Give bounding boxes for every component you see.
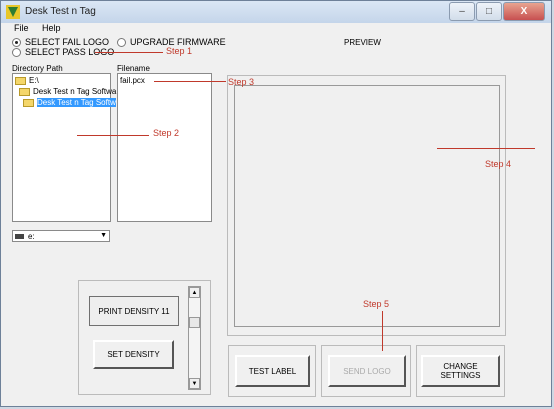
tree-item-label: Desk Test n Tag Softw — [37, 98, 116, 107]
drive-select[interactable]: e: ▼ — [12, 230, 110, 242]
annotation-step1: Step 1 — [166, 46, 193, 56]
radio-dot — [12, 37, 21, 47]
set-density-button[interactable]: SET DENSITY — [93, 340, 174, 369]
folder-open-icon — [23, 98, 34, 107]
menu-file[interactable]: File — [14, 23, 29, 33]
chevron-down-icon[interactable]: ▼ — [100, 232, 107, 239]
app-window: Desk Test n Tag – □ X File Help SELECT F… — [0, 0, 552, 407]
print-density-display: PRINT DENSITY 11 — [89, 296, 179, 326]
file-list[interactable]: fail.pcx — [117, 73, 212, 222]
scroll-thumb[interactable] — [189, 317, 200, 328]
tree-item-folder[interactable]: Desk Test n Tag Softwa — [19, 87, 116, 96]
preview-canvas — [234, 85, 500, 327]
directory-path-label: Directory Path — [12, 64, 63, 73]
folder-icon — [19, 87, 30, 96]
density-scrollbar[interactable]: ▲ ▼ — [188, 286, 201, 390]
annotation-line-step5 — [382, 311, 383, 351]
test-label-button[interactable]: TEST LABEL — [235, 355, 310, 387]
annotation-line-step1 — [95, 52, 163, 53]
app-icon — [6, 5, 20, 19]
annotation-step2: Step 2 — [153, 128, 180, 138]
maximize-button[interactable]: □ — [476, 2, 502, 21]
directory-tree[interactable]: E:\ Desk Test n Tag Softwa Desk Test n T… — [12, 73, 116, 222]
tree-item-root[interactable]: E:\ — [15, 76, 39, 85]
send-logo-button[interactable]: SEND LOGO — [328, 355, 406, 387]
window-title: Desk Test n Tag — [25, 6, 96, 17]
tree-item-label: Desk Test n Tag Softwa — [33, 87, 117, 96]
scroll-down-icon[interactable]: ▼ — [189, 378, 200, 389]
close-button[interactable]: X — [503, 2, 545, 21]
radio-dot — [12, 47, 21, 57]
annotation-step5: Step 5 — [363, 299, 390, 309]
menu-bar: File Help — [1, 23, 551, 35]
tree-item-selected[interactable]: Desk Test n Tag Softw — [23, 98, 116, 107]
menu-help[interactable]: Help — [42, 23, 61, 33]
radio-select-fail-logo[interactable]: SELECT FAIL LOGO — [12, 37, 109, 47]
radio-dot — [117, 37, 126, 47]
preview-label: PREVIEW — [344, 38, 381, 47]
drive-icon — [15, 234, 24, 239]
annotation-line-step4 — [437, 148, 535, 149]
annotation-step3: Step 3 — [228, 77, 255, 87]
radio-label: SELECT FAIL LOGO — [25, 37, 110, 47]
scroll-up-icon[interactable]: ▲ — [189, 287, 200, 298]
folder-icon — [15, 76, 26, 85]
file-item[interactable]: fail.pcx — [120, 76, 145, 85]
drive-value: e: — [28, 232, 35, 241]
annotation-line-step3 — [154, 81, 226, 82]
change-settings-button[interactable]: CHANGE SETTINGS — [421, 355, 500, 387]
annotation-step4: Step 4 — [485, 159, 512, 169]
minimize-button[interactable]: – — [449, 2, 475, 21]
title-bar: Desk Test n Tag – □ X — [1, 1, 551, 23]
annotation-line-step2 — [77, 135, 149, 136]
filename-label: Filename — [117, 64, 150, 73]
tree-item-label: E:\ — [29, 76, 39, 85]
